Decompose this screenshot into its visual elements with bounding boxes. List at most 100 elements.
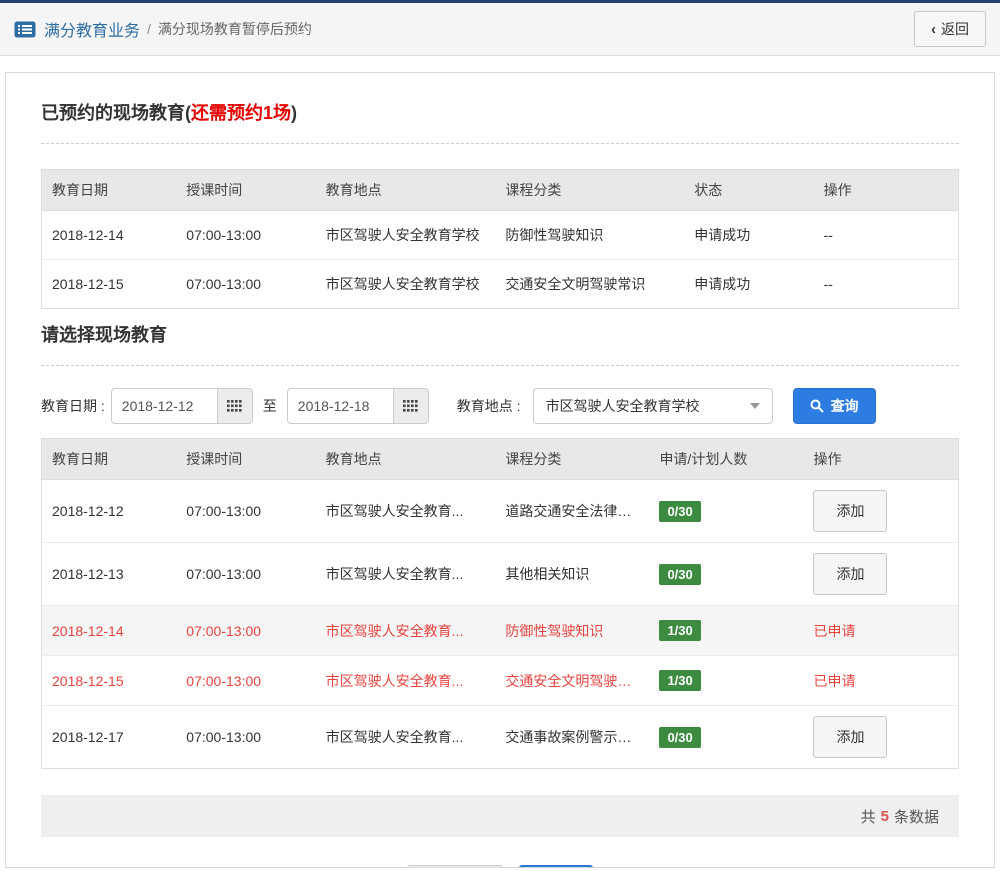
- col-header: 状态: [684, 169, 814, 211]
- capacity-badge: 1/30: [659, 670, 701, 691]
- back-button[interactable]: ‹ 返回: [914, 11, 986, 47]
- col-header: 教育地点: [315, 169, 496, 211]
- schedule-table-row: 2018-12-17 07:00-13:00 市区驾驶人安全教育... 交通事故…: [41, 705, 959, 769]
- cell-course: 交通安全文明驾驶常识: [495, 259, 685, 309]
- col-header: 教育日期: [41, 438, 177, 480]
- top-bar: 满分教育业务 / 满分现场教育暂停后预约 ‹ 返回: [0, 0, 1000, 56]
- calendar-grid-icon[interactable]: [392, 388, 429, 424]
- action-bar: 上一步 保 存: [41, 865, 959, 867]
- date-to-group: [286, 388, 429, 424]
- cell-course: 交通事故案例警示教育: [495, 705, 650, 769]
- add-button[interactable]: 添加: [813, 553, 888, 595]
- cell-count: 1/30: [649, 655, 804, 706]
- cell-status: 申请成功: [694, 227, 751, 243]
- cell-time: 07:00-13:00: [176, 259, 316, 309]
- chevron-down-icon: [749, 403, 760, 409]
- chevron-left-icon: ‹: [931, 20, 936, 38]
- cell-course: 其他相关知识: [495, 542, 650, 606]
- cell-date: 2018-12-17: [41, 705, 177, 769]
- cell-status: 申请成功: [684, 259, 814, 309]
- schedule-table-row: 2018-12-13 07:00-13:00 市区驾驶人安全教育... 其他相关…: [41, 542, 959, 606]
- previous-step-button[interactable]: 上一步: [407, 865, 504, 867]
- cell-date: 2018-12-14: [41, 605, 177, 656]
- capacity-badge: 0/30: [659, 500, 701, 522]
- add-button[interactable]: 添加: [813, 716, 888, 758]
- date-filter-label: 教育日期 :: [41, 398, 105, 414]
- search-button[interactable]: 查询: [792, 388, 876, 424]
- capacity-badge: 1/30: [659, 620, 701, 641]
- cell-place: 市区驾驶人安全教育...: [315, 542, 496, 606]
- cell-count: 0/30: [649, 705, 804, 769]
- place-select[interactable]: 市区驾驶人安全教育学校: [532, 388, 773, 424]
- search-icon: [810, 399, 824, 413]
- schedule-table-row: 2018-12-14 07:00-13:00 市区驾驶人安全教育... 防御性驾…: [41, 605, 959, 656]
- cell-action: --: [813, 259, 959, 309]
- search-button-label: 查询: [830, 398, 859, 414]
- back-button-label: 返回: [941, 21, 969, 37]
- count-suffix: 条数据: [893, 808, 939, 826]
- cell-time: 07:00-13:00: [176, 655, 316, 706]
- cell-place: 市区驾驶人安全教育...: [315, 605, 496, 656]
- add-button[interactable]: 添加: [813, 490, 888, 532]
- cell-course: 道路交通安全法律法规: [505, 503, 646, 519]
- cell-time: 07:00-13:00: [186, 227, 262, 243]
- booked-table-row: 2018-12-15 07:00-13:00 市区驾驶人安全教育学校 交通安全文…: [41, 259, 959, 309]
- col-header: 课程分类: [495, 438, 650, 480]
- table-footer: 共 5 条数据: [41, 795, 959, 837]
- cell-action: 添加: [803, 480, 958, 543]
- main-panel: 已预约的现场教育(还需预约1场) 教育日期 授课时间 教育地点 课程分类 状态 …: [5, 72, 995, 868]
- cell-count: 0/30: [649, 542, 804, 606]
- cell-place: 市区驾驶人安全教育...: [315, 655, 496, 706]
- col-header: 操作: [813, 169, 959, 211]
- booked-table: 教育日期 授课时间 教育地点 课程分类 状态 操作 2018-12-14 07:…: [41, 169, 959, 309]
- cell-date: 2018-12-12: [52, 503, 124, 519]
- schedule-table-row: 2018-12-15 07:00-13:00 市区驾驶人安全教育... 交通安全…: [41, 655, 959, 706]
- cell-place: 市区驾驶人安全教育学校: [325, 227, 480, 243]
- place-filter-label: 教育地点 :: [456, 398, 521, 414]
- section-divider: [41, 365, 959, 366]
- place-select-value: 市区驾驶人安全教育学校: [545, 398, 700, 414]
- col-header: 课程分类: [495, 169, 685, 211]
- cell-date: 2018-12-14: [52, 227, 124, 243]
- calendar-grid-icon[interactable]: [216, 388, 253, 424]
- col-header: 授课时间: [176, 169, 316, 211]
- filter-bar: 教育日期 : 至: [41, 388, 959, 424]
- applied-status-text: 已申请: [813, 622, 856, 639]
- cell-time: 07:00-13:00: [176, 605, 316, 656]
- select-section-title: 请选择现场教育: [41, 325, 167, 345]
- booked-table-header-row: 教育日期 授课时间 教育地点 课程分类 状态 操作: [41, 169, 959, 211]
- cell-date: 2018-12-15: [41, 259, 177, 309]
- date-from-group: [110, 388, 253, 424]
- booked-section-title: 已预约的现场教育(还需预约1场): [41, 99, 959, 125]
- cell-course: 防御性驾驶知识: [505, 227, 604, 243]
- breadcrumb-current: 满分现场教育暂停后预约: [157, 21, 312, 37]
- date-to-input[interactable]: [286, 388, 393, 424]
- cell-action: 添加: [803, 705, 959, 769]
- capacity-badge: 0/30: [659, 726, 701, 748]
- cell-course: 交通安全文明驾驶常识: [495, 655, 650, 706]
- date-from-input[interactable]: [110, 388, 217, 424]
- cell-time: 07:00-13:00: [176, 705, 316, 769]
- booked-title-suffix: ): [291, 103, 298, 123]
- col-header: 操作: [803, 438, 959, 480]
- cell-action: 添加: [803, 542, 959, 606]
- schedule-table-row: 2018-12-12 07:00-13:00 市区驾驶人安全教育... 道路交通…: [42, 480, 959, 543]
- col-header: 教育日期: [41, 169, 177, 211]
- cell-action: 已申请: [803, 655, 959, 706]
- save-button[interactable]: 保 存: [519, 865, 593, 867]
- col-header: 教育地点: [315, 438, 496, 480]
- col-header: 申请/计划人数: [649, 438, 804, 480]
- list-icon: [14, 21, 36, 38]
- schedule-table-header-row: 教育日期 授课时间 教育地点 课程分类 申请/计划人数 操作: [41, 438, 959, 480]
- cell-time: 07:00-13:00: [186, 503, 262, 519]
- cell-course: 防御性驾驶知识: [495, 605, 650, 656]
- cell-place: 市区驾驶人安全教育...: [315, 705, 496, 769]
- section-divider: [41, 143, 959, 144]
- schedule-table: 教育日期 授课时间 教育地点 课程分类 申请/计划人数 操作 2018-12-1…: [41, 438, 959, 769]
- cell-place: 市区驾驶人安全教育...: [325, 503, 464, 519]
- cell-action: 已申请: [803, 605, 959, 656]
- cell-date: 2018-12-15: [41, 655, 177, 706]
- capacity-badge: 0/30: [659, 563, 701, 585]
- cell-action: --: [823, 227, 833, 243]
- breadcrumb-root-link[interactable]: 满分教育业务: [44, 17, 140, 41]
